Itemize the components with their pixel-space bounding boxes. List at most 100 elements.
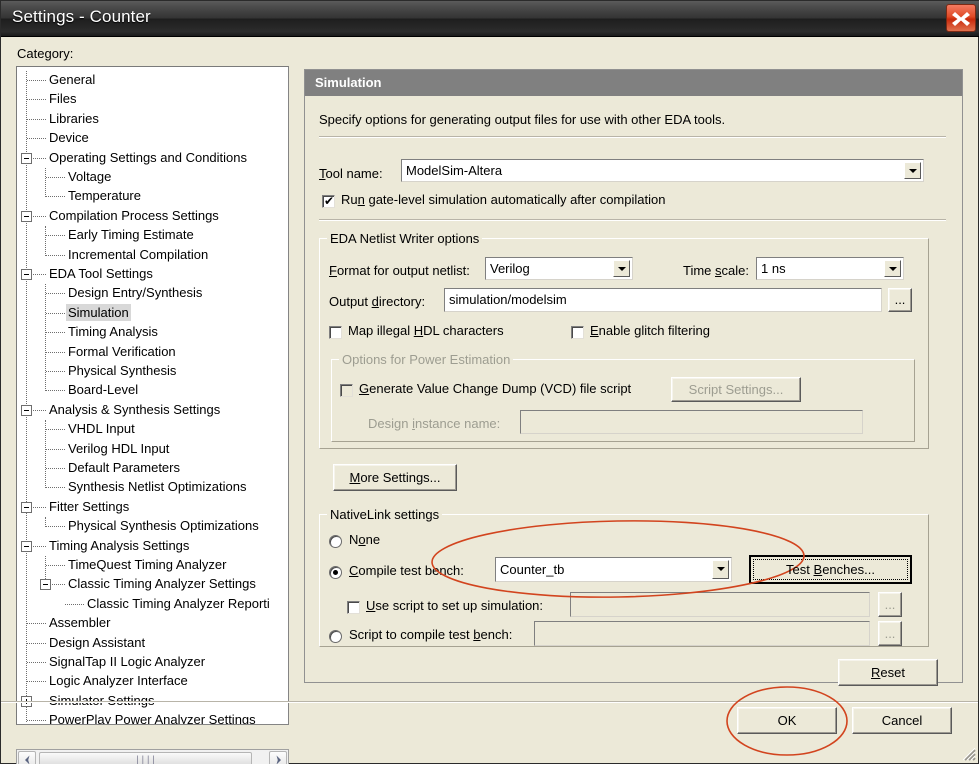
footer-divider — [1, 701, 978, 703]
chevron-down-icon[interactable] — [884, 260, 901, 277]
sidebar-item-physical-synthesis-optimizations[interactable]: Physical Synthesis Optimizations — [66, 517, 261, 534]
close-icon[interactable] — [946, 4, 976, 32]
sidebar-item-files[interactable]: Files — [47, 90, 78, 107]
sidebar-item-device[interactable]: Device — [47, 129, 91, 146]
ok-button[interactable]: OK — [737, 707, 837, 734]
reset-button[interactable]: Reset — [838, 659, 938, 686]
generate-vcd-checkbox[interactable] — [340, 384, 353, 397]
sidebar-item-eda-tool-settings[interactable]: EDA Tool Settings — [47, 265, 155, 282]
sidebar-item-assembler[interactable]: Assembler — [47, 614, 112, 631]
tree-trunk — [45, 284, 47, 392]
script-compile-input[interactable] — [534, 621, 870, 646]
radio-dot — [333, 570, 338, 575]
tree-collapse-icon[interactable] — [21, 210, 32, 222]
sidebar-item-timing-analysis[interactable]: Timing Analysis — [66, 323, 160, 340]
tree-collapse-icon[interactable] — [21, 269, 32, 280]
output-directory-label: Output directory: — [329, 294, 426, 309]
sidebar-item-formal-verification[interactable]: Formal Verification — [66, 343, 178, 360]
enable-glitch-filtering-label: Enable glitch filtering — [590, 323, 710, 338]
sidebar-item-label: Incremental Compilation — [68, 246, 209, 262]
format-combo[interactable]: Verilog — [485, 257, 633, 280]
tree-collapse-icon[interactable] — [21, 540, 32, 552]
sidebar-item-analysis-synthesis-settings[interactable]: Analysis & Synthesis Settings — [47, 401, 222, 418]
tree-horizontal-scrollbar[interactable]: |||| — [16, 749, 289, 764]
output-directory-browse-button[interactable]: ... — [888, 288, 912, 312]
tree-connector — [27, 662, 46, 664]
output-directory-input[interactable]: simulation/modelsim — [444, 288, 882, 312]
tree-collapse-icon[interactable] — [21, 404, 32, 416]
sidebar-item-simulation[interactable]: Simulation — [66, 303, 131, 321]
scrollbar-thumb[interactable]: |||| — [39, 752, 252, 764]
map-illegal-hdl-checkbox[interactable] — [329, 326, 342, 339]
compile-test-bench-radio[interactable] — [329, 566, 342, 579]
sidebar-item-fitter-settings[interactable]: Fitter Settings — [47, 498, 131, 515]
sidebar-item-physical-synthesis[interactable]: Physical Synthesis — [66, 362, 178, 379]
cancel-button[interactable]: Cancel — [852, 707, 952, 734]
sidebar-item-libraries[interactable]: Libraries — [47, 110, 101, 127]
script-compile-radio[interactable] — [329, 630, 342, 643]
tree-connector — [65, 603, 84, 606]
tree-connector — [27, 80, 46, 82]
sidebar-item-label: Timing Analysis — [68, 324, 158, 340]
tree-connector — [46, 351, 65, 354]
nativelink-none-radio[interactable] — [329, 535, 342, 548]
resize-grip[interactable] — [960, 745, 976, 761]
divider-middle — [319, 219, 946, 221]
sidebar-item-classic-timing-analyzer-settings[interactable]: Classic Timing Analyzer Settings — [66, 575, 258, 592]
tool-name-combo[interactable]: ModelSim-Altera — [401, 159, 924, 182]
enable-glitch-filtering-checkbox[interactable] — [571, 326, 584, 339]
tree-collapse-icon[interactable] — [21, 152, 32, 164]
sidebar-item-default-parameters[interactable]: Default Parameters — [66, 459, 182, 476]
sidebar-item-vhdl-input[interactable]: VHDL Input — [66, 420, 137, 437]
compile-test-bench-combo[interactable]: Counter_tb — [495, 557, 732, 582]
chevron-down-icon[interactable] — [712, 560, 729, 579]
use-script-input[interactable] — [570, 592, 870, 617]
sidebar-item-timing-analysis-settings[interactable]: Timing Analysis Settings — [47, 537, 191, 554]
script-compile-browse-button[interactable]: ... — [878, 621, 902, 646]
sidebar-item-logic-analyzer-interface[interactable]: Logic Analyzer Interface — [47, 672, 190, 689]
power-estimation-group-title: Options for Power Estimation — [339, 352, 514, 367]
more-settings-button[interactable]: More Settings... — [333, 464, 457, 491]
chevron-down-icon[interactable] — [613, 260, 630, 277]
sidebar-item-compilation-process-settings[interactable]: Compilation Process Settings — [47, 207, 221, 224]
sidebar-item-general[interactable]: General — [47, 71, 97, 88]
chevron-down-icon[interactable] — [904, 162, 921, 179]
tree-trunk — [45, 226, 47, 256]
sidebar-item-verilog-hdl-input[interactable]: Verilog HDL Input — [66, 440, 171, 457]
chevron-right-icon[interactable] — [269, 751, 287, 764]
tree-collapse-icon[interactable] — [40, 579, 51, 591]
tree-collapse-icon[interactable] — [21, 501, 32, 513]
test-benches-button[interactable]: Test Benches... — [749, 555, 912, 584]
timescale-combo[interactable]: 1 ns — [756, 257, 904, 280]
use-script-browse-button[interactable]: ... — [878, 592, 902, 617]
sidebar-item-incremental-compilation[interactable]: Incremental Compilation — [66, 246, 210, 263]
tree-connector — [46, 371, 65, 373]
sidebar-item-voltage[interactable]: Voltage — [66, 168, 113, 185]
sidebar-item-timequest-timing-analyzer[interactable]: TimeQuest Timing Analyzer — [66, 556, 228, 573]
tree-connector — [46, 429, 65, 431]
timescale-value: 1 ns — [761, 261, 786, 276]
sidebar-item-early-timing-estimate[interactable]: Early Timing Estimate — [66, 226, 196, 243]
grip-dots-icon: |||| — [134, 755, 157, 764]
sidebar-item-powerplay-power-analyzer-settings[interactable]: PowerPlay Power Analyzer Settings — [47, 711, 258, 724]
sidebar-item-synthesis-netlist-optimizations[interactable]: Synthesis Netlist Optimizations — [66, 478, 248, 495]
sidebar-item-design-entry-synthesis[interactable]: Design Entry/Synthesis — [66, 284, 204, 301]
use-script-checkbox[interactable] — [347, 601, 360, 614]
sidebar-item-operating-settings-and-conditions[interactable]: Operating Settings and Conditions — [47, 149, 249, 166]
sidebar-item-temperature[interactable]: Temperature — [66, 187, 143, 204]
sidebar-item-label: Libraries — [49, 110, 99, 126]
generate-vcd-label: Generate Value Change Dump (VCD) file sc… — [359, 381, 632, 396]
sidebar-item-label: Formal Verification — [68, 343, 176, 359]
sidebar-item-board-level[interactable]: Board-Level — [66, 381, 140, 398]
category-tree[interactable]: General Files Libraries Device Operating Set… — [16, 66, 289, 725]
divider-top — [319, 136, 946, 138]
sidebar-item-signaltap-ii-logic-analyzer[interactable]: SignalTap II Logic Analyzer — [47, 653, 207, 670]
design-instance-input[interactable] — [520, 410, 863, 434]
run-gatelevel-checkbox[interactable]: ✔ — [322, 195, 335, 208]
chevron-left-icon[interactable] — [18, 751, 36, 764]
map-illegal-hdl-label: Map illegal HDL characters — [348, 323, 504, 338]
sidebar-item-classic-timing-analyzer-reporti[interactable]: Classic Timing Analyzer Reporti — [85, 595, 272, 612]
script-settings-button[interactable]: Script Settings... — [671, 377, 801, 402]
sidebar-item-design-assistant[interactable]: Design Assistant — [47, 634, 147, 651]
use-script-label: Use script to set up simulation: — [366, 598, 544, 613]
